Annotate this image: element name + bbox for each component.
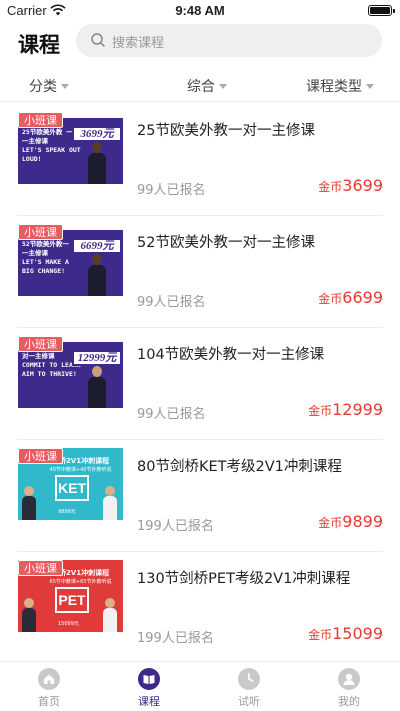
teacher-photo: [22, 486, 36, 520]
price-unit: 金币: [308, 628, 333, 642]
course-price: 金币 15099: [308, 624, 383, 643]
status-bar: Carrier 9:48 AM: [0, 0, 400, 22]
enrolled-count: 199人已报名: [137, 519, 214, 534]
clock-time: 9:48 AM: [175, 3, 225, 18]
book-icon: [138, 668, 160, 690]
home-icon: [38, 668, 60, 690]
class-type-tag: 小班课: [18, 560, 63, 576]
price-amount: 6699: [342, 288, 383, 307]
tab-bar: 首页 课程 试听 我的: [0, 661, 400, 711]
thumbnail-price-tag: 12999元: [72, 350, 122, 366]
enrolled-count: 99人已报名: [137, 295, 206, 310]
enrolled-count: 99人已报名: [137, 183, 206, 198]
thumbnail-exam-subtitle: 40节中教课+40节外教听说: [49, 467, 112, 473]
teacher-photo: [103, 486, 117, 520]
course-title: 80节剑桥KET考级2V1冲刺课程: [137, 459, 342, 475]
search-input[interactable]: 搜索课程: [76, 24, 382, 57]
class-type-tag: 小班课: [18, 336, 63, 352]
battery-icon: [368, 5, 395, 16]
teacher-photo: [22, 598, 36, 632]
course-thumbnail: 对一主修课 COMMIT TO LEARN AIM TO THRIVE! 129…: [18, 336, 123, 408]
class-type-tag: 小班课: [18, 112, 63, 128]
course-price: 金币 9899: [318, 512, 383, 531]
caret-down-icon: [219, 84, 227, 89]
search-icon: [91, 33, 105, 47]
price-amount: 15099: [332, 624, 383, 643]
course-item[interactable]: 对一主修课 COMMIT TO LEARN AIM TO THRIVE! 129…: [0, 328, 400, 440]
tab-profile-label: 我的: [338, 695, 360, 708]
filter-sort[interactable]: 综合: [187, 76, 227, 96]
enrolled-count: 99人已报名: [137, 407, 206, 422]
course-item[interactable]: 剑桥2V1冲刺课程 40节中教课+40节外教听说 KET 9899元 小班课 8…: [0, 440, 400, 552]
filter-bar: 分类 综合 课程类型: [0, 70, 400, 102]
course-thumbnail: 25节欧美外教 一对一主修课 LET'S SPEAK OUT LOUD! 369…: [18, 112, 123, 184]
course-item[interactable]: 52节欧美外教一 对一主修课 LET'S MAKE A BIG CHANGE! …: [0, 216, 400, 328]
thumbnail-exam-badge: KET: [55, 475, 89, 501]
filter-sort-label: 综合: [187, 79, 215, 95]
teacher-photo: [88, 142, 106, 184]
course-price: 金币 12999: [308, 400, 383, 419]
filter-category[interactable]: 分类: [29, 76, 69, 96]
filter-category-label: 分类: [29, 79, 57, 95]
price-unit: 金币: [318, 516, 343, 530]
price-unit: 金币: [308, 404, 333, 418]
thumbnail-price-tag: 3699元: [72, 126, 122, 142]
thumbnail-exam-subtitle: 65节中教课+65节外教听说: [49, 579, 112, 585]
search-placeholder: 搜索课程: [112, 36, 165, 51]
filter-course-type[interactable]: 课程类型: [306, 76, 374, 96]
course-title: 52节欧美外教一对一主修课: [137, 235, 315, 251]
caret-down-icon: [61, 84, 69, 89]
course-item[interactable]: 剑桥2V1冲刺课程 65节中教课+65节外教听说 PET 15099元 小班课 …: [0, 552, 400, 664]
clock-icon: [238, 668, 260, 690]
course-thumbnail: 52节欧美外教一 对一主修课 LET'S MAKE A BIG CHANGE! …: [18, 224, 123, 296]
teacher-photo: [103, 598, 117, 632]
caret-down-icon: [366, 84, 374, 89]
teacher-photo: [88, 366, 106, 408]
price-amount: 12999: [332, 400, 383, 419]
thumbnail-price-tag: 6699元: [72, 238, 122, 254]
tab-courses[interactable]: 课程: [119, 668, 179, 709]
tab-home[interactable]: 首页: [19, 668, 79, 709]
enrolled-count: 199人已报名: [137, 631, 214, 646]
thumbnail-price-tag: 9899元: [58, 509, 76, 515]
course-title: 104节欧美外教一对一主修课: [137, 347, 325, 363]
filter-course-type-label: 课程类型: [306, 79, 362, 95]
price-amount: 9899: [342, 512, 383, 531]
tab-profile[interactable]: 我的: [319, 668, 379, 709]
teacher-photo: [88, 254, 106, 296]
tab-courses-label: 课程: [138, 695, 160, 708]
course-price: 金币 3699: [318, 176, 383, 195]
tab-trial-label: 试听: [238, 695, 260, 708]
thumbnail-price-tag: 15099元: [58, 621, 79, 627]
course-thumbnail: 剑桥2V1冲刺课程 65节中教课+65节外教听说 PET 15099元 小班课: [18, 560, 123, 632]
page-title: 课程: [18, 33, 60, 57]
class-type-tag: 小班课: [18, 448, 63, 464]
tab-trial[interactable]: 试听: [219, 668, 279, 709]
thumbnail-exam-badge: PET: [55, 587, 89, 613]
price-unit: 金币: [318, 180, 343, 194]
tab-home-label: 首页: [38, 695, 60, 708]
course-thumbnail: 剑桥2V1冲刺课程 40节中教课+40节外教听说 KET 9899元 小班课: [18, 448, 123, 520]
class-type-tag: 小班课: [18, 224, 63, 240]
course-title: 130节剑桥PET考级2V1冲刺课程: [137, 571, 351, 587]
course-item[interactable]: 25节欧美外教 一对一主修课 LET'S SPEAK OUT LOUD! 369…: [0, 104, 400, 216]
price-amount: 3699: [342, 176, 383, 195]
profile-icon: [338, 668, 360, 690]
course-price: 金币 6699: [318, 288, 383, 307]
price-unit: 金币: [318, 292, 343, 306]
course-title: 25节欧美外教一对一主修课: [137, 123, 315, 139]
